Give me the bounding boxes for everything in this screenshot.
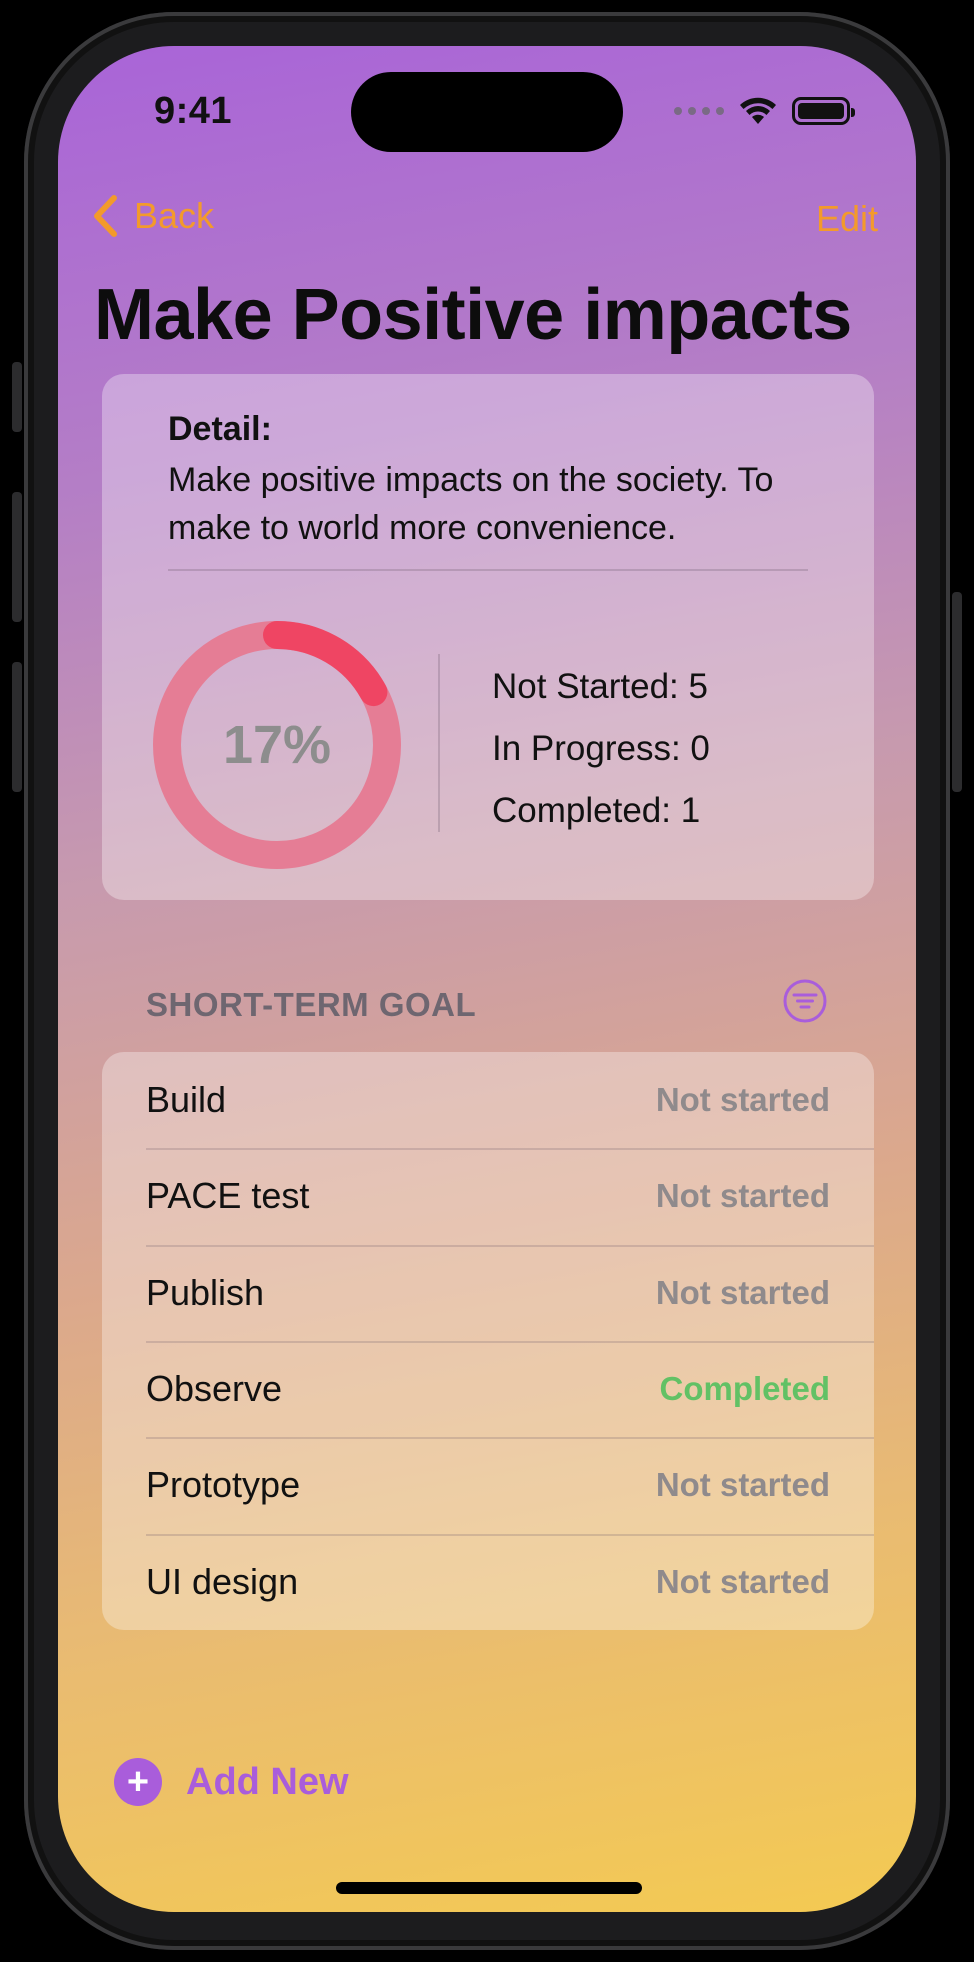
goal-status: Not started: [655, 1466, 830, 1504]
add-new-label: Add New: [186, 1760, 349, 1803]
action-button: [12, 362, 22, 432]
goal-row[interactable]: Observe Completed: [102, 1340, 874, 1437]
goal-status: Not started: [655, 1081, 830, 1118]
section-header: SHORT-TERM GOAL: [146, 986, 477, 1023]
app-screen: 9:41 Back Edit Make Positive impacts Det…: [58, 46, 916, 1912]
goal-list: Build Not started PACE test Not started …: [102, 1052, 874, 1630]
divider: [168, 569, 808, 571]
goal-row[interactable]: UI design Not started: [102, 1533, 874, 1630]
not-started-count: Not Started: 5: [492, 667, 708, 706]
goal-row[interactable]: Build Not started: [102, 1052, 874, 1148]
goal-row[interactable]: Prototype Not started: [102, 1437, 874, 1533]
page-title: Make Positive impacts: [94, 275, 852, 355]
goal-name: Observe: [146, 1367, 283, 1409]
navigation-bar: Back Edit: [58, 186, 916, 246]
goal-status: Not started: [655, 1273, 830, 1311]
goal-status: Completed: [659, 1369, 830, 1407]
add-new-button[interactable]: + Add New: [114, 1758, 349, 1806]
goal-name: Prototype: [146, 1464, 301, 1506]
goal-row[interactable]: Publish Not started: [102, 1244, 874, 1341]
goal-name: UI design: [146, 1560, 299, 1602]
goal-status: Not started: [655, 1177, 830, 1215]
goal-name: Publish: [146, 1271, 265, 1313]
dynamic-island: [351, 72, 623, 152]
progress-percent: 17%: [222, 715, 332, 775]
wifi-icon: [740, 97, 776, 124]
goal-row[interactable]: PACE test Not started: [102, 1148, 874, 1244]
back-button[interactable]: Back: [92, 194, 214, 238]
volume-down-button: [12, 662, 22, 792]
filter-icon: [783, 979, 827, 1023]
filter-button[interactable]: [782, 978, 828, 1024]
detail-card: Detail: Make positive impacts on the soc…: [102, 374, 874, 900]
battery-icon: [792, 97, 855, 125]
goal-name: PACE test: [146, 1175, 310, 1217]
detail-heading: Detail:: [168, 410, 272, 448]
status-time: 9:41: [154, 90, 233, 132]
vertical-divider: [438, 654, 440, 832]
completed-count: Completed: 1: [492, 791, 701, 830]
in-progress-count: In Progress: 0: [492, 729, 710, 768]
plus-icon: +: [114, 1758, 162, 1806]
status-bar: 9:41: [58, 46, 916, 176]
status-counts: Not Started: 5 In Progress: 0 Completed:…: [492, 656, 710, 842]
power-button: [952, 592, 962, 792]
back-label: Back: [134, 195, 215, 236]
progress-ring: 17%: [152, 620, 402, 870]
chevron-left-icon: [94, 195, 117, 237]
edit-button[interactable]: Edit: [816, 198, 878, 240]
detail-text: Make positive impacts on the society. To…: [168, 461, 774, 547]
signal-dots-icon: [674, 107, 724, 115]
goal-status: Not started: [655, 1562, 830, 1600]
home-indicator[interactable]: [336, 1882, 642, 1894]
status-icons: [674, 96, 855, 126]
volume-up-button: [12, 492, 22, 622]
goal-name: Build: [146, 1079, 227, 1120]
